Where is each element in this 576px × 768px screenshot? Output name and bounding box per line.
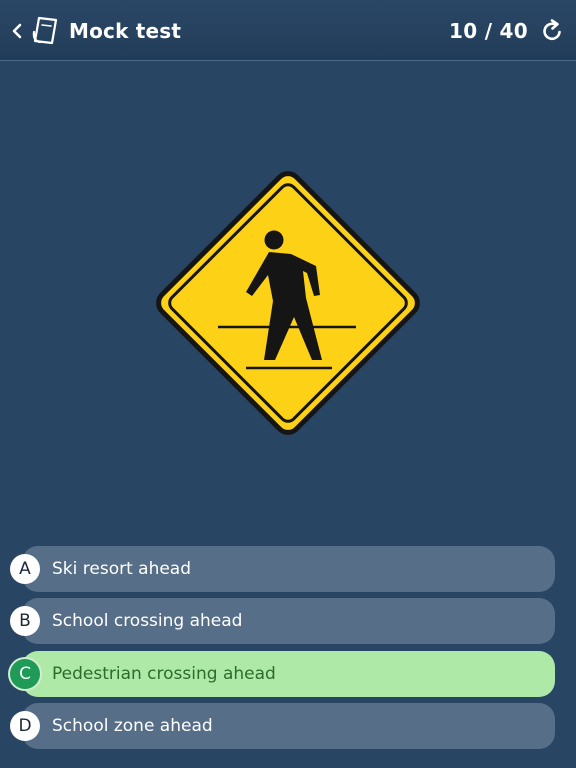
question-counter: 10 / 40: [449, 19, 528, 43]
answer-option-d[interactable]: D School zone ahead: [10, 703, 555, 749]
answer-option-a[interactable]: A Ski resort ahead: [10, 546, 555, 592]
test-sheet-icon: [30, 16, 60, 46]
answer-label: School zone ahead: [52, 716, 213, 736]
top-bar: Mock test 10 / 40: [0, 0, 576, 61]
answer-letter-badge: C: [10, 659, 40, 689]
answer-letter-badge: A: [10, 554, 40, 584]
back-button[interactable]: [10, 18, 26, 44]
answer-letter-badge: B: [10, 606, 40, 636]
chevron-left-icon: [12, 23, 22, 39]
pedestrian-crossing-sign-icon: [140, 155, 436, 451]
page-title: Mock test: [69, 19, 182, 43]
refresh-icon: [543, 19, 561, 41]
restart-button[interactable]: [540, 19, 564, 43]
answer-letter-badge: D: [10, 711, 40, 741]
answer-label: Ski resort ahead: [52, 559, 192, 579]
answer-option-b[interactable]: B School crossing ahead: [10, 598, 555, 644]
answer-option-c[interactable]: C Pedestrian crossing ahead: [10, 651, 555, 697]
answer-label: School crossing ahead: [52, 611, 243, 631]
answer-label: Pedestrian crossing ahead: [52, 664, 276, 684]
